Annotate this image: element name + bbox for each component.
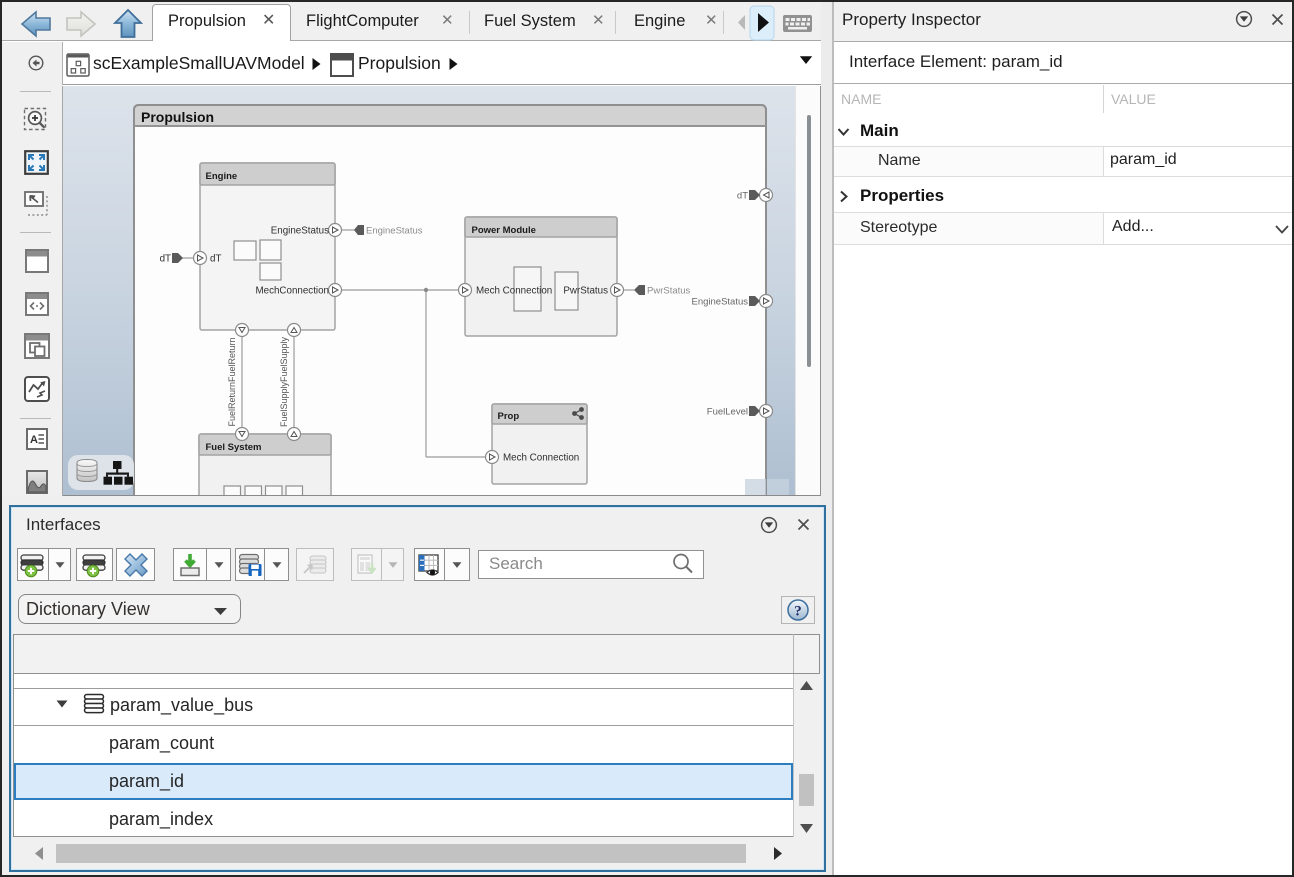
svg-text:EngineStatus: EngineStatus — [271, 226, 329, 237]
svg-text:EngineStatus: EngineStatus — [691, 297, 748, 308]
svg-text:?: ? — [794, 604, 802, 620]
svg-text:A: A — [30, 434, 38, 446]
svg-text:Mech Connection: Mech Connection — [476, 286, 552, 297]
svg-text:Power Module: Power Module — [472, 225, 536, 236]
svg-text:dT: dT — [210, 254, 221, 265]
svg-text:PwrStatus: PwrStatus — [647, 286, 691, 297]
svg-text:FuelLevel: FuelLevel — [707, 407, 748, 418]
svg-text:EngineStatus: EngineStatus — [366, 226, 423, 237]
svg-text:Engine: Engine — [206, 171, 238, 182]
svg-text:Mech Connection: Mech Connection — [503, 453, 579, 464]
svg-text:Fuel System: Fuel System — [206, 442, 262, 453]
svg-text:dT: dT — [737, 191, 748, 202]
svg-text:FuelSupplyFuelSupply: FuelSupplyFuelSupply — [279, 336, 289, 427]
svg-text:FuelReturnFuelReturn: FuelReturnFuelReturn — [227, 337, 237, 426]
svg-text:Propulsion: Propulsion — [141, 109, 214, 125]
svg-text:dT: dT — [160, 254, 171, 265]
svg-text:PwrStatus: PwrStatus — [563, 286, 608, 297]
svg-text:Prop: Prop — [498, 411, 520, 422]
svg-text:MechConnection: MechConnection — [255, 286, 329, 297]
